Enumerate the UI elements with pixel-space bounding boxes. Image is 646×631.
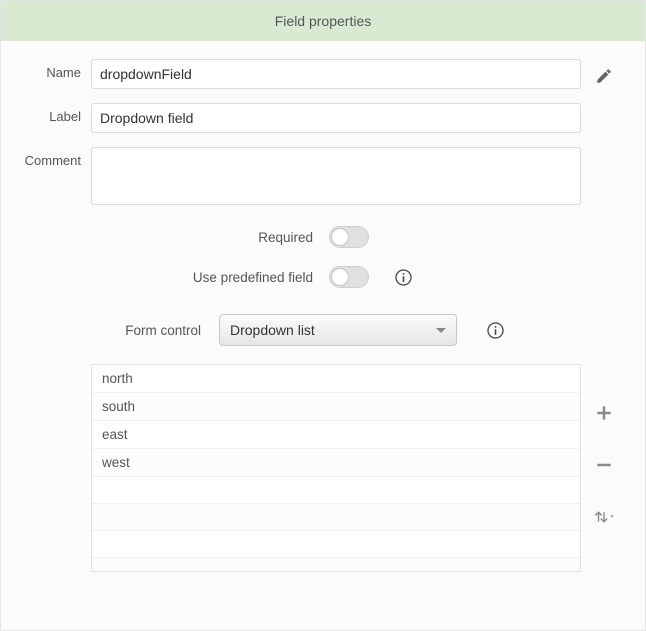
required-row: Required — [19, 222, 627, 252]
remove-option-button[interactable] — [591, 452, 617, 478]
minus-icon — [594, 455, 614, 475]
form-control-row: Form control Dropdown list — [19, 314, 627, 346]
add-option-button[interactable] — [591, 400, 617, 426]
toggle-knob — [331, 268, 349, 286]
options-actions — [581, 364, 627, 572]
options-area: north south east west — [91, 364, 627, 572]
info-icon — [486, 321, 505, 340]
form-control-value: Dropdown list — [230, 322, 315, 338]
edit-name-button[interactable] — [591, 63, 617, 89]
list-empty-row — [92, 558, 580, 572]
name-input[interactable] — [91, 59, 581, 89]
list-item[interactable]: south — [92, 393, 580, 421]
required-label: Required — [19, 230, 329, 245]
comment-input[interactable] — [91, 147, 581, 205]
field-properties-panel: Field properties Name Label — [0, 0, 646, 631]
name-label: Name — [19, 59, 91, 80]
options-list[interactable]: north south east west — [91, 364, 581, 572]
form-control-label: Form control — [19, 323, 219, 338]
form-control-info-button[interactable] — [485, 320, 505, 340]
label-label: Label — [19, 103, 91, 124]
sort-icon — [593, 508, 615, 526]
panel-header: Field properties — [1, 1, 645, 41]
list-item[interactable]: north — [92, 365, 580, 393]
sort-options-button[interactable] — [591, 504, 617, 530]
comment-row: Comment — [19, 147, 627, 208]
plus-icon — [594, 403, 614, 423]
predefined-row: Use predefined field — [19, 262, 627, 292]
form-control-select[interactable]: Dropdown list — [219, 314, 457, 346]
predefined-label: Use predefined field — [19, 270, 329, 285]
panel-title: Field properties — [275, 13, 372, 29]
label-row: Label — [19, 103, 627, 133]
list-item[interactable]: east — [92, 421, 580, 449]
required-toggle[interactable] — [329, 226, 369, 248]
info-icon — [394, 268, 413, 287]
toggle-knob — [331, 228, 349, 246]
name-row: Name — [19, 59, 627, 89]
list-empty-row — [92, 531, 580, 558]
predefined-toggle[interactable] — [329, 266, 369, 288]
list-empty-row — [92, 504, 580, 531]
list-item[interactable]: west — [92, 449, 580, 477]
pencil-icon — [595, 67, 613, 85]
predefined-info-button[interactable] — [393, 267, 413, 287]
panel-body: Name Label Comment — [1, 41, 645, 572]
caret-down-icon — [436, 328, 446, 333]
comment-label: Comment — [19, 147, 91, 168]
label-input[interactable] — [91, 103, 581, 133]
list-empty-row — [92, 477, 580, 504]
